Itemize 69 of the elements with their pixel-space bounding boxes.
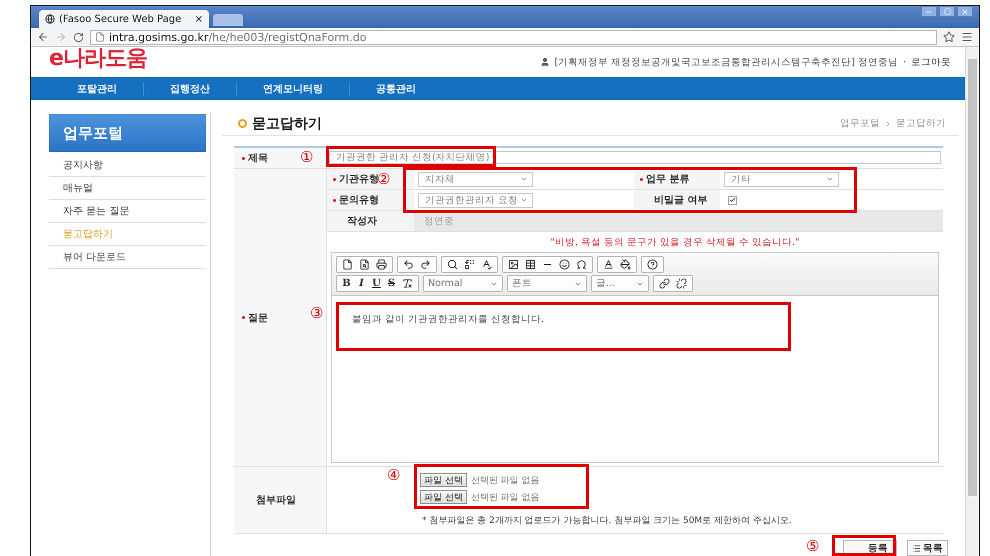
file-status: 선택된 파일 없음 — [470, 492, 540, 504]
step-number: ③ — [310, 306, 323, 321]
category-select[interactable]: 기타 — [724, 172, 839, 186]
warning-text: "비방, 욕설 등의 문구가 있을 경우 삭제될 수 있습니다." — [550, 236, 800, 250]
sidebar-item[interactable]: 뷰어 다운로드 — [49, 246, 206, 269]
menu-icon[interactable] — [961, 31, 973, 43]
form-label: 작성자 — [327, 211, 414, 232]
tab-close[interactable]: × — [194, 14, 203, 24]
separator: · — [902, 56, 906, 68]
sidebar-item[interactable]: 자주 묻는 질문 — [49, 200, 206, 223]
sidebar-item[interactable]: 공지사항 — [49, 154, 206, 177]
format-button[interactable]: S — [384, 276, 399, 291]
browser-tab[interactable]: (Fasoo Secure Web Page × — [39, 10, 209, 28]
format-dropdown[interactable]: 폰트 — [507, 275, 587, 292]
sidebar-title: 업무포털 — [49, 114, 206, 152]
user-icon — [540, 57, 550, 67]
maximize-icon — [944, 8, 950, 15]
caret-icon — [520, 196, 528, 204]
bullet-icon — [238, 119, 247, 128]
highlight-frame — [832, 535, 896, 556]
author-field: 정연중 — [414, 211, 943, 232]
question-text: 붙임과 같이 기관권한관리자를 신청합니다. — [352, 313, 546, 326]
step-number: ② — [377, 172, 390, 187]
tab-title: (Fasoo Secure Web Page — [59, 14, 182, 24]
star-icon[interactable] — [943, 31, 955, 43]
logout-link[interactable]: 로그아웃 — [911, 56, 951, 68]
list-button[interactable]: 목록 — [907, 540, 948, 556]
user-info: [기획재정부 재정정보공개및국고보조금통합관리시스템구축추진단] 정연중님 — [554, 56, 898, 68]
form-label: 비밀글 여부 — [634, 190, 720, 211]
step-number: ① — [300, 150, 313, 165]
reload-icon[interactable] — [73, 32, 84, 42]
nav-item[interactable]: 공통관리 — [350, 82, 442, 96]
form-label: 문의유형 — [327, 190, 414, 211]
inquiry-type-select[interactable]: 기관권한관리자 요청 — [418, 192, 533, 208]
nav-item[interactable]: 연계모니터링 — [237, 82, 350, 96]
sidebar-item[interactable]: 매뉴얼 — [49, 177, 206, 200]
scrollbar[interactable] — [965, 47, 979, 556]
maximize-button[interactable] — [939, 6, 955, 17]
file-select-button[interactable]: 파일 선택 — [420, 473, 467, 487]
minimize-button[interactable] — [921, 6, 937, 17]
nav-item[interactable]: 집행정산 — [144, 82, 237, 96]
form-label: 첨부파일 — [234, 467, 327, 534]
org-type-select[interactable]: 지자체 — [418, 172, 533, 186]
step-number: ⑤ — [806, 539, 819, 554]
format-dropdown[interactable]: Normal — [423, 275, 503, 292]
form-label: 업무 분류 — [634, 169, 720, 190]
step-number: ④ — [387, 468, 400, 483]
list-icon — [912, 544, 921, 552]
text-editor[interactable]: B I U S Normal 폰트 글… 붙임과 같이 기관권한관리자를 신청합니다. — [331, 252, 939, 463]
file-status: 선택된 파일 없음 — [470, 474, 540, 486]
logo[interactable]: e나라도움 — [49, 43, 147, 73]
format-dropdown[interactable]: 글… — [591, 275, 649, 292]
nav-item[interactable]: 포탈관리 — [77, 82, 144, 96]
back-icon[interactable] — [37, 31, 49, 43]
file-select-button[interactable]: 파일 선택 — [420, 490, 467, 504]
secret-checkbox[interactable] — [728, 196, 737, 204]
globe-icon — [45, 14, 55, 24]
address-bar[interactable]: intra.gosims.go.kr/he/he003/registQnaForm.do — [90, 30, 937, 44]
format-button[interactable]: U — [369, 276, 384, 291]
chevron-icon — [884, 120, 892, 128]
caret-icon — [520, 175, 528, 183]
page-title: 묻고답하기 — [252, 114, 322, 132]
subject-field[interactable]: 기관권한 관리자 신청(자치단체명) — [329, 151, 941, 164]
format-button[interactable]: B — [339, 276, 354, 291]
caret-icon — [826, 175, 834, 183]
close-icon — [961, 8, 969, 16]
attachment-note: * 첨부파일은 총 2개까지 업로드가 가능합니다. 첨부파일 크기는 50M로 제한하여 주십시오. — [422, 515, 793, 527]
close-button[interactable] — [957, 6, 973, 17]
format-button[interactable]: I — [354, 276, 369, 291]
